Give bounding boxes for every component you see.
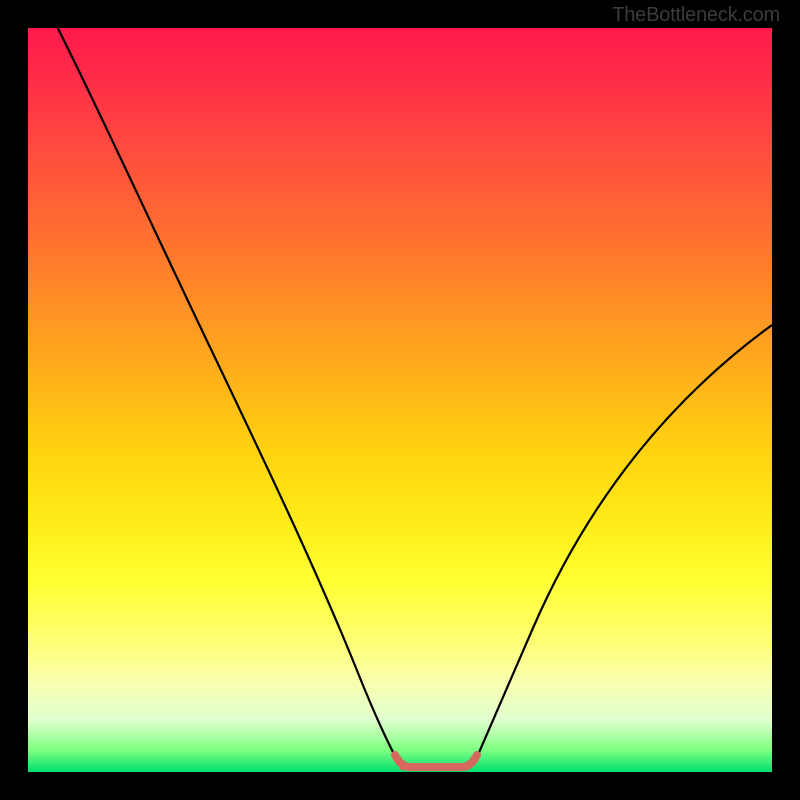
bracket-dot-icon [460,764,467,771]
chart-frame: TheBottleneck.com [0,0,800,800]
bracket-dot-icon [400,764,407,771]
bracket-dot-icon [415,764,422,771]
left-curve [58,28,400,765]
bracket-dot-icon [445,764,452,771]
plot-area [28,28,772,772]
bracket-dot-icon [430,764,437,771]
watermark-text: TheBottleneck.com [612,4,780,27]
right-curve [474,325,772,764]
curve-layer [28,28,772,772]
